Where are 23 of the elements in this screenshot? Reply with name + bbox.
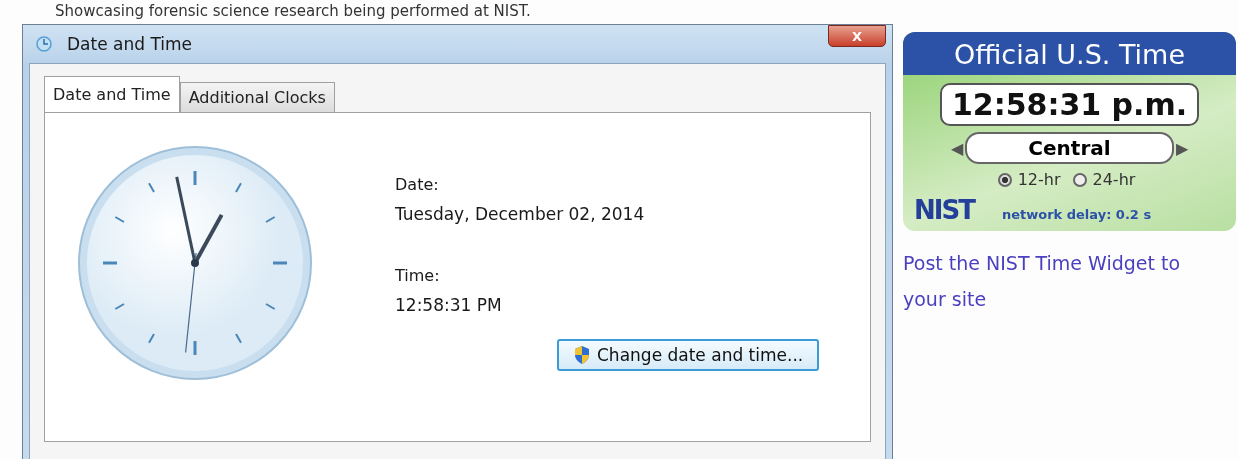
time-label: Time: [395,266,441,285]
radio-button[interactable] [1072,172,1087,187]
time-display: 12:58:31 p.m. [939,83,1200,126]
shield-icon [573,345,591,365]
tab[interactable]: Additional Clocks [179,82,335,112]
radio-label: 24-hr [1092,170,1136,189]
caption-text: Showcasing forensic science research being performed at NIST. [54,1,532,22]
radio-button[interactable] [997,172,1012,187]
time-value: 12:58:31 PM [395,295,503,315]
window-title: Date and Time [67,34,194,54]
network-delay-text: network delay: 0.2 s [1001,207,1152,222]
previous-zone-button[interactable]: ◀ [951,138,963,158]
time-zone-display: Central [965,132,1174,164]
widget-title: Official U.S. Time [903,32,1236,75]
date-value: Tuesday, December 02, 2014 [395,204,646,224]
radio-label: 12-hr [1017,170,1061,189]
logo-text: NIST [914,195,974,225]
next-zone-button[interactable]: ▶ [1176,138,1188,158]
date-label: Date: [395,175,440,194]
tab[interactable]: Date and Time [44,76,180,112]
widget-link[interactable]: Post the NIST Time Widget to your site [903,245,1223,317]
clock-icon [35,35,53,53]
change-date-button[interactable]: Change date and time... [557,339,820,371]
